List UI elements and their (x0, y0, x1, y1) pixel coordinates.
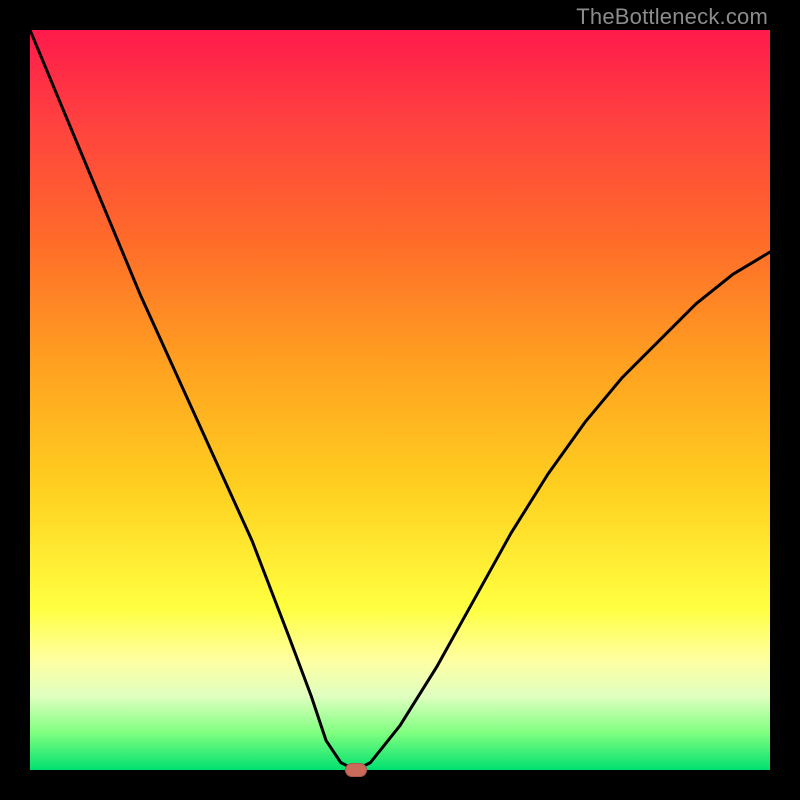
current-config-marker (345, 763, 367, 777)
bottleneck-curve (30, 30, 770, 770)
plot-area (30, 30, 770, 770)
watermark-text: TheBottleneck.com (576, 4, 768, 30)
chart-frame: TheBottleneck.com (0, 0, 800, 800)
